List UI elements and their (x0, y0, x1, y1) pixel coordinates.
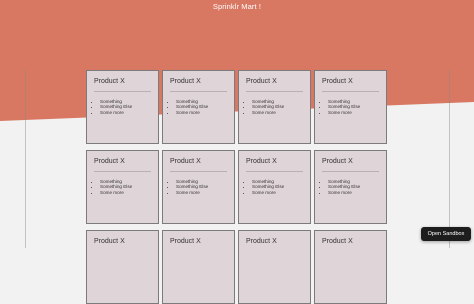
product-card[interactable]: Product X Something Something Else Some … (238, 70, 311, 144)
product-title: Product X (170, 158, 201, 165)
product-title: Product X (94, 78, 125, 85)
product-title: Product X (170, 78, 201, 85)
feature-item: Some more (328, 110, 360, 115)
product-card[interactable]: Product X (86, 230, 159, 304)
product-card[interactable]: Product X (238, 230, 311, 304)
product-card[interactable]: Product X Something Something Else Some … (86, 70, 159, 144)
feature-item: Something Else (100, 184, 132, 189)
card-divider (322, 91, 379, 92)
product-card[interactable]: Product X (162, 230, 235, 304)
feature-item: Some more (100, 110, 132, 115)
feature-item: Some more (252, 110, 284, 115)
product-features: Something Something Else Some more (170, 179, 208, 195)
feature-item: Something Else (328, 184, 360, 189)
product-card[interactable]: Product X Something Something Else Some … (86, 150, 159, 224)
feature-item: Some more (176, 110, 208, 115)
product-grid: Product X Something Something Else Some … (0, 0, 474, 304)
product-features: Something Something Else Some more (170, 99, 208, 115)
feature-item: Something Else (176, 184, 208, 189)
product-title: Product X (246, 158, 277, 165)
card-divider (94, 91, 151, 92)
product-title: Product X (246, 78, 277, 85)
product-card[interactable]: Product X Something Something Else Some … (314, 150, 387, 224)
product-card[interactable]: Product X Something Something Else Some … (162, 150, 235, 224)
product-features: Something Something Else Some more (94, 99, 132, 115)
product-title: Product X (170, 238, 201, 245)
feature-item: Some more (100, 190, 132, 195)
card-divider (246, 91, 303, 92)
card-divider (94, 171, 151, 172)
feature-item: Something Else (252, 184, 284, 189)
product-card[interactable]: Product X (314, 230, 387, 304)
card-divider (322, 171, 379, 172)
feature-item: Something Else (100, 104, 132, 109)
product-title: Product X (246, 238, 277, 245)
feature-item: Something Else (176, 104, 208, 109)
product-title: Product X (322, 238, 353, 245)
product-features: Something Something Else Some more (246, 179, 284, 195)
product-card[interactable]: Product X Something Something Else Some … (314, 70, 387, 144)
card-divider (170, 91, 227, 92)
feature-item: Some more (176, 190, 208, 195)
card-divider (246, 171, 303, 172)
product-features: Something Something Else Some more (246, 99, 284, 115)
card-divider (170, 171, 227, 172)
product-title: Product X (322, 78, 353, 85)
product-title: Product X (322, 158, 353, 165)
product-card[interactable]: Product X Something Something Else Some … (238, 150, 311, 224)
product-features: Something Something Else Some more (322, 179, 360, 195)
feature-item: Something Else (252, 104, 284, 109)
product-features: Something Something Else Some more (322, 99, 360, 115)
product-card[interactable]: Product X Something Something Else Some … (162, 70, 235, 144)
feature-item: Some more (252, 190, 284, 195)
product-title: Product X (94, 158, 125, 165)
product-features: Something Something Else Some more (94, 179, 132, 195)
feature-item: Something Else (328, 104, 360, 109)
feature-item: Some more (328, 190, 360, 195)
product-title: Product X (94, 238, 125, 245)
open-sandbox-button[interactable]: Open Sandbox (421, 227, 471, 241)
